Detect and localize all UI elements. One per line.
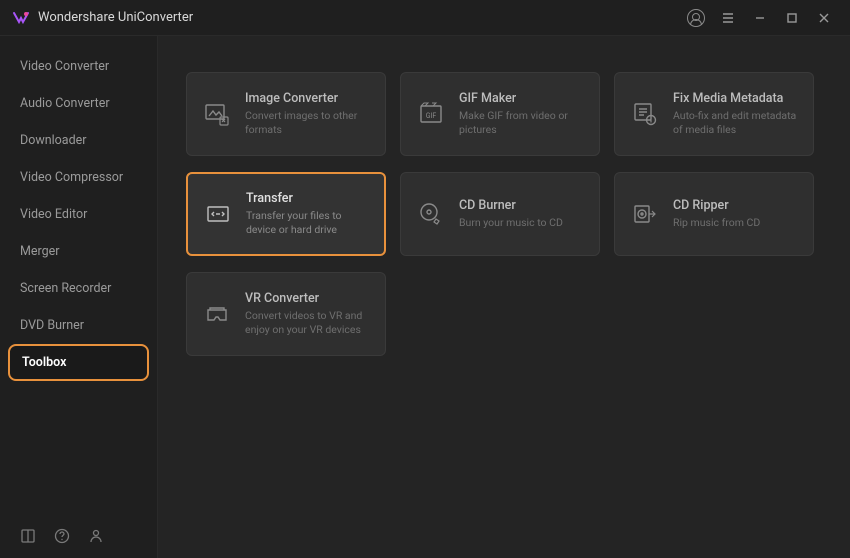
tool-cd-burner[interactable]: CD Burner Burn your music to CD bbox=[400, 172, 600, 256]
app-logo-icon bbox=[12, 9, 30, 27]
sidebar-item-downloader[interactable]: Downloader bbox=[0, 122, 157, 159]
tool-desc: Convert videos to VR and enjoy on your V… bbox=[245, 309, 371, 336]
tool-desc: Transfer your files to device or hard dr… bbox=[246, 209, 370, 236]
tool-title: VR Converter bbox=[245, 291, 371, 306]
sidebar-footer bbox=[0, 514, 157, 558]
titlebar: Wondershare UniConverter bbox=[0, 0, 850, 36]
tool-title: GIF Maker bbox=[459, 91, 585, 106]
sidebar: Video Converter Audio Converter Download… bbox=[0, 36, 158, 558]
tool-transfer[interactable]: Transfer Transfer your files to device o… bbox=[186, 172, 386, 256]
tool-desc: Auto-fix and edit metadata of media file… bbox=[673, 109, 799, 136]
svg-text:GIF: GIF bbox=[426, 112, 437, 120]
tool-gif-maker[interactable]: GIF GIF Maker Make GIF from video or pic… bbox=[400, 72, 600, 156]
sidebar-item-audio-converter[interactable]: Audio Converter bbox=[0, 85, 157, 122]
tool-title: Image Converter bbox=[245, 91, 371, 106]
tool-desc: Rip music from CD bbox=[673, 216, 760, 230]
guide-icon[interactable] bbox=[20, 528, 36, 544]
close-button[interactable] bbox=[810, 4, 838, 32]
account-icon[interactable] bbox=[682, 4, 710, 32]
image-convert-icon bbox=[201, 98, 233, 130]
sidebar-item-merger[interactable]: Merger bbox=[0, 233, 157, 270]
gif-icon: GIF bbox=[415, 98, 447, 130]
sidebar-item-dvd-burner[interactable]: DVD Burner bbox=[0, 307, 157, 344]
app-title: Wondershare UniConverter bbox=[38, 10, 193, 25]
maximize-button[interactable] bbox=[778, 4, 806, 32]
tool-grid: Image Converter Convert images to other … bbox=[186, 72, 850, 356]
tool-desc: Burn your music to CD bbox=[459, 216, 563, 230]
feedback-icon[interactable] bbox=[88, 528, 104, 544]
content-area: Image Converter Convert images to other … bbox=[158, 36, 850, 558]
tool-vr-converter[interactable]: VR Converter Convert videos to VR and en… bbox=[186, 272, 386, 356]
metadata-icon bbox=[629, 98, 661, 130]
tool-title: CD Ripper bbox=[673, 198, 760, 213]
tool-desc: Convert images to other formats bbox=[245, 109, 371, 136]
tool-desc: Make GIF from video or pictures bbox=[459, 109, 585, 136]
sidebar-item-video-converter[interactable]: Video Converter bbox=[0, 48, 157, 85]
tool-title: Fix Media Metadata bbox=[673, 91, 799, 106]
sidebar-item-video-compressor[interactable]: Video Compressor bbox=[0, 159, 157, 196]
tool-title: CD Burner bbox=[459, 198, 563, 213]
minimize-button[interactable] bbox=[746, 4, 774, 32]
tool-image-converter[interactable]: Image Converter Convert images to other … bbox=[186, 72, 386, 156]
cd-rip-icon bbox=[629, 198, 661, 230]
help-icon[interactable] bbox=[54, 528, 70, 544]
cd-burn-icon bbox=[415, 198, 447, 230]
tool-title: Transfer bbox=[246, 191, 370, 206]
tool-fix-metadata[interactable]: Fix Media Metadata Auto-fix and edit met… bbox=[614, 72, 814, 156]
menu-icon[interactable] bbox=[714, 4, 742, 32]
vr-icon bbox=[201, 298, 233, 330]
sidebar-item-screen-recorder[interactable]: Screen Recorder bbox=[0, 270, 157, 307]
sidebar-item-video-editor[interactable]: Video Editor bbox=[0, 196, 157, 233]
transfer-icon bbox=[202, 198, 234, 230]
tool-cd-ripper[interactable]: CD Ripper Rip music from CD bbox=[614, 172, 814, 256]
sidebar-item-toolbox[interactable]: Toolbox bbox=[8, 344, 149, 381]
